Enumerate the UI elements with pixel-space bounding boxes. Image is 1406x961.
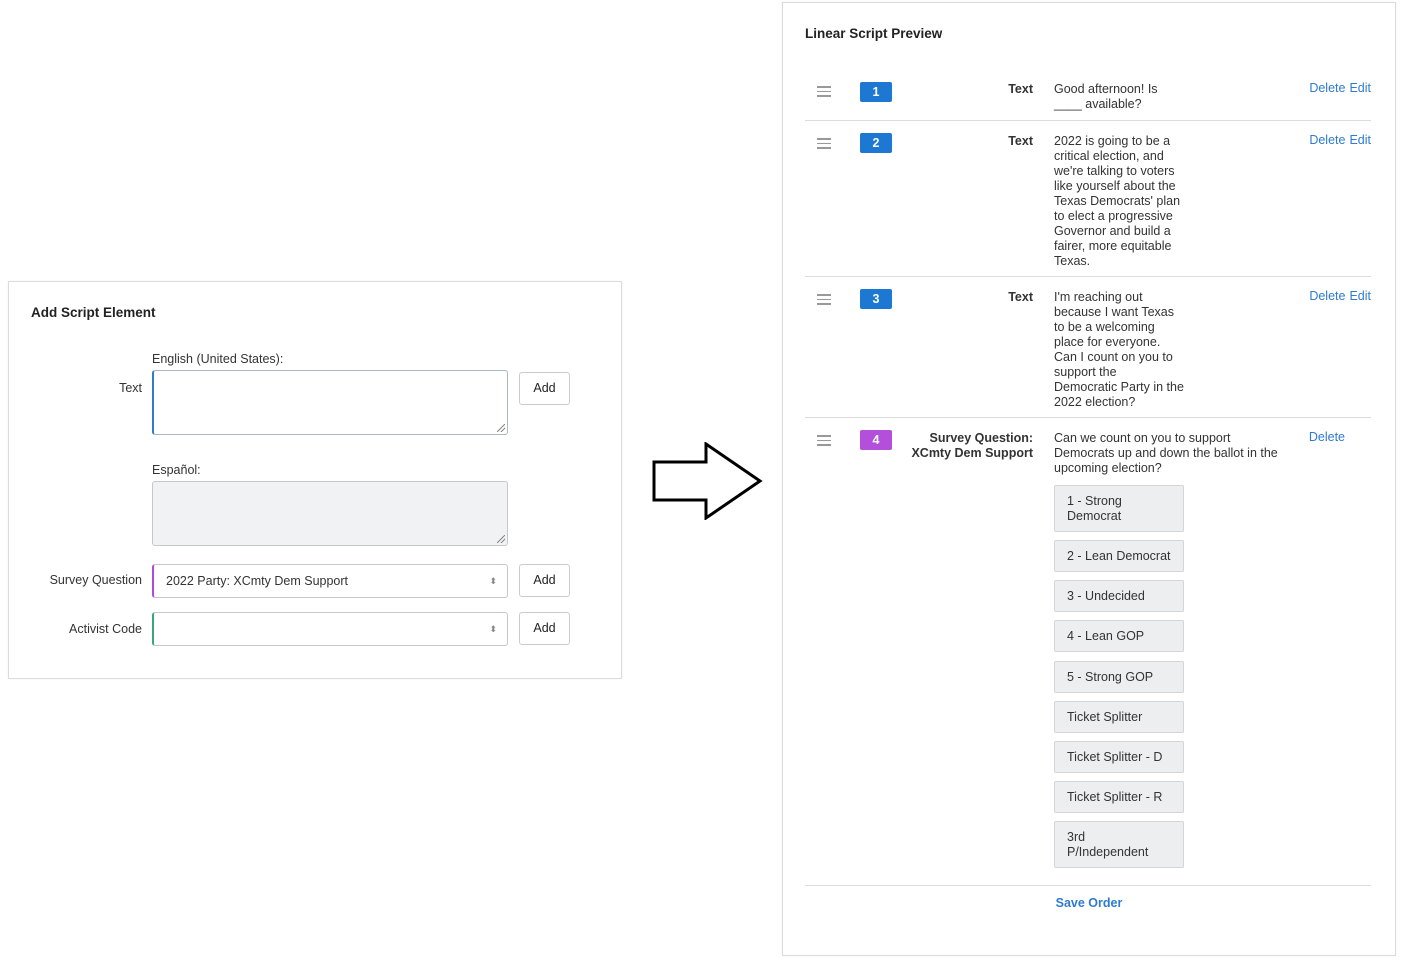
survey-question-label: Survey Question bbox=[49, 573, 142, 587]
text-label: Text bbox=[119, 381, 142, 395]
spanish-label: Español: bbox=[152, 463, 201, 477]
delete-link[interactable]: Delete bbox=[1309, 133, 1345, 147]
select-caret-icon: ⬍ bbox=[489, 624, 497, 634]
answer-option[interactable]: 5 - Strong GOP bbox=[1054, 661, 1184, 693]
panel-title: Add Script Element bbox=[31, 305, 156, 320]
row-actions: Delete Edit bbox=[1305, 81, 1371, 95]
script-row: 1 Text Good afternoon! Is ____ available?… bbox=[805, 69, 1371, 121]
edit-link[interactable]: Edit bbox=[1349, 133, 1371, 147]
add-activist-code-button[interactable]: Add bbox=[519, 612, 570, 645]
script-row: 3 Text I'm reaching out because I want Te… bbox=[805, 277, 1371, 418]
english-label: English (United States): bbox=[152, 352, 284, 366]
row-text: 2022 is going to be a critical election, … bbox=[1054, 134, 1181, 268]
row-type-label: Text bbox=[1008, 82, 1033, 96]
select-caret-icon: ⬍ bbox=[489, 576, 497, 586]
delete-link[interactable]: Delete bbox=[1309, 430, 1345, 444]
step-number-badge: 4 bbox=[860, 430, 892, 450]
add-text-button[interactable]: Add bbox=[519, 372, 570, 405]
add-script-element-panel: Add Script Element English (United State… bbox=[8, 281, 622, 679]
row-actions: Delete Edit bbox=[1305, 133, 1371, 147]
answer-option[interactable]: 2 - Lean Democrat bbox=[1054, 540, 1184, 572]
answer-option[interactable]: Ticket Splitter - D bbox=[1054, 741, 1184, 773]
add-survey-question-button[interactable]: Add bbox=[519, 564, 570, 597]
edit-link[interactable]: Edit bbox=[1349, 289, 1371, 303]
row-text: Good afternoon! Is ____ available? bbox=[1054, 82, 1158, 111]
answer-option[interactable]: 4 - Lean GOP bbox=[1054, 620, 1184, 652]
step-number-badge: 2 bbox=[860, 133, 892, 153]
linear-script-preview-panel: Linear Script Preview 1 Text Good aftern… bbox=[782, 2, 1396, 956]
row-text: I'm reaching out because I want Texas to b… bbox=[1054, 290, 1184, 409]
edit-link[interactable]: Edit bbox=[1349, 81, 1371, 95]
row-actions: Delete bbox=[1305, 430, 1345, 444]
save-order-link[interactable]: Save Order bbox=[783, 896, 1395, 910]
drag-handle-icon[interactable] bbox=[817, 435, 831, 449]
step-number-badge: 1 bbox=[860, 82, 892, 102]
english-text-input[interactable] bbox=[152, 370, 508, 435]
answer-option[interactable]: 1 - Strong Democrat bbox=[1054, 485, 1184, 532]
row-text: Can we count on you to support Democrats … bbox=[1054, 431, 1278, 475]
answer-option[interactable]: Ticket Splitter bbox=[1054, 701, 1184, 733]
step-number-badge: 3 bbox=[860, 289, 892, 309]
row-type-label: Text bbox=[1008, 290, 1033, 304]
row-type-label: Text bbox=[1008, 134, 1033, 148]
row-actions: Delete Edit bbox=[1305, 289, 1371, 303]
resize-grip-icon bbox=[497, 535, 505, 543]
delete-link[interactable]: Delete bbox=[1309, 289, 1345, 303]
drag-handle-icon[interactable] bbox=[817, 138, 831, 152]
drag-handle-icon[interactable] bbox=[817, 86, 831, 100]
panel-title: Linear Script Preview bbox=[805, 26, 943, 41]
spanish-text-input bbox=[152, 481, 508, 546]
activist-code-select[interactable]: ⬍ bbox=[152, 612, 508, 646]
script-row: 4 Survey Question: XCmty Dem Support Can … bbox=[805, 418, 1371, 886]
row-type-label: Survey Question: XCmty Dem Support bbox=[911, 431, 1033, 460]
activist-code-label: Activist Code bbox=[69, 622, 142, 636]
answer-option[interactable]: 3rd P/Independent bbox=[1054, 821, 1184, 868]
answer-option[interactable]: Ticket Splitter - R bbox=[1054, 781, 1184, 813]
right-arrow-icon bbox=[652, 442, 763, 520]
delete-link[interactable]: Delete bbox=[1309, 81, 1345, 95]
script-row: 2 Text 2022 is going to be a critical ele… bbox=[805, 121, 1371, 277]
survey-question-value: 2022 Party: XCmty Dem Support bbox=[166, 574, 349, 588]
resize-grip-icon[interactable] bbox=[497, 424, 505, 432]
survey-question-select[interactable]: 2022 Party: XCmty Dem Support ⬍ bbox=[152, 564, 508, 598]
answer-option[interactable]: 3 - Undecided bbox=[1054, 580, 1184, 612]
drag-handle-icon[interactable] bbox=[817, 294, 831, 308]
